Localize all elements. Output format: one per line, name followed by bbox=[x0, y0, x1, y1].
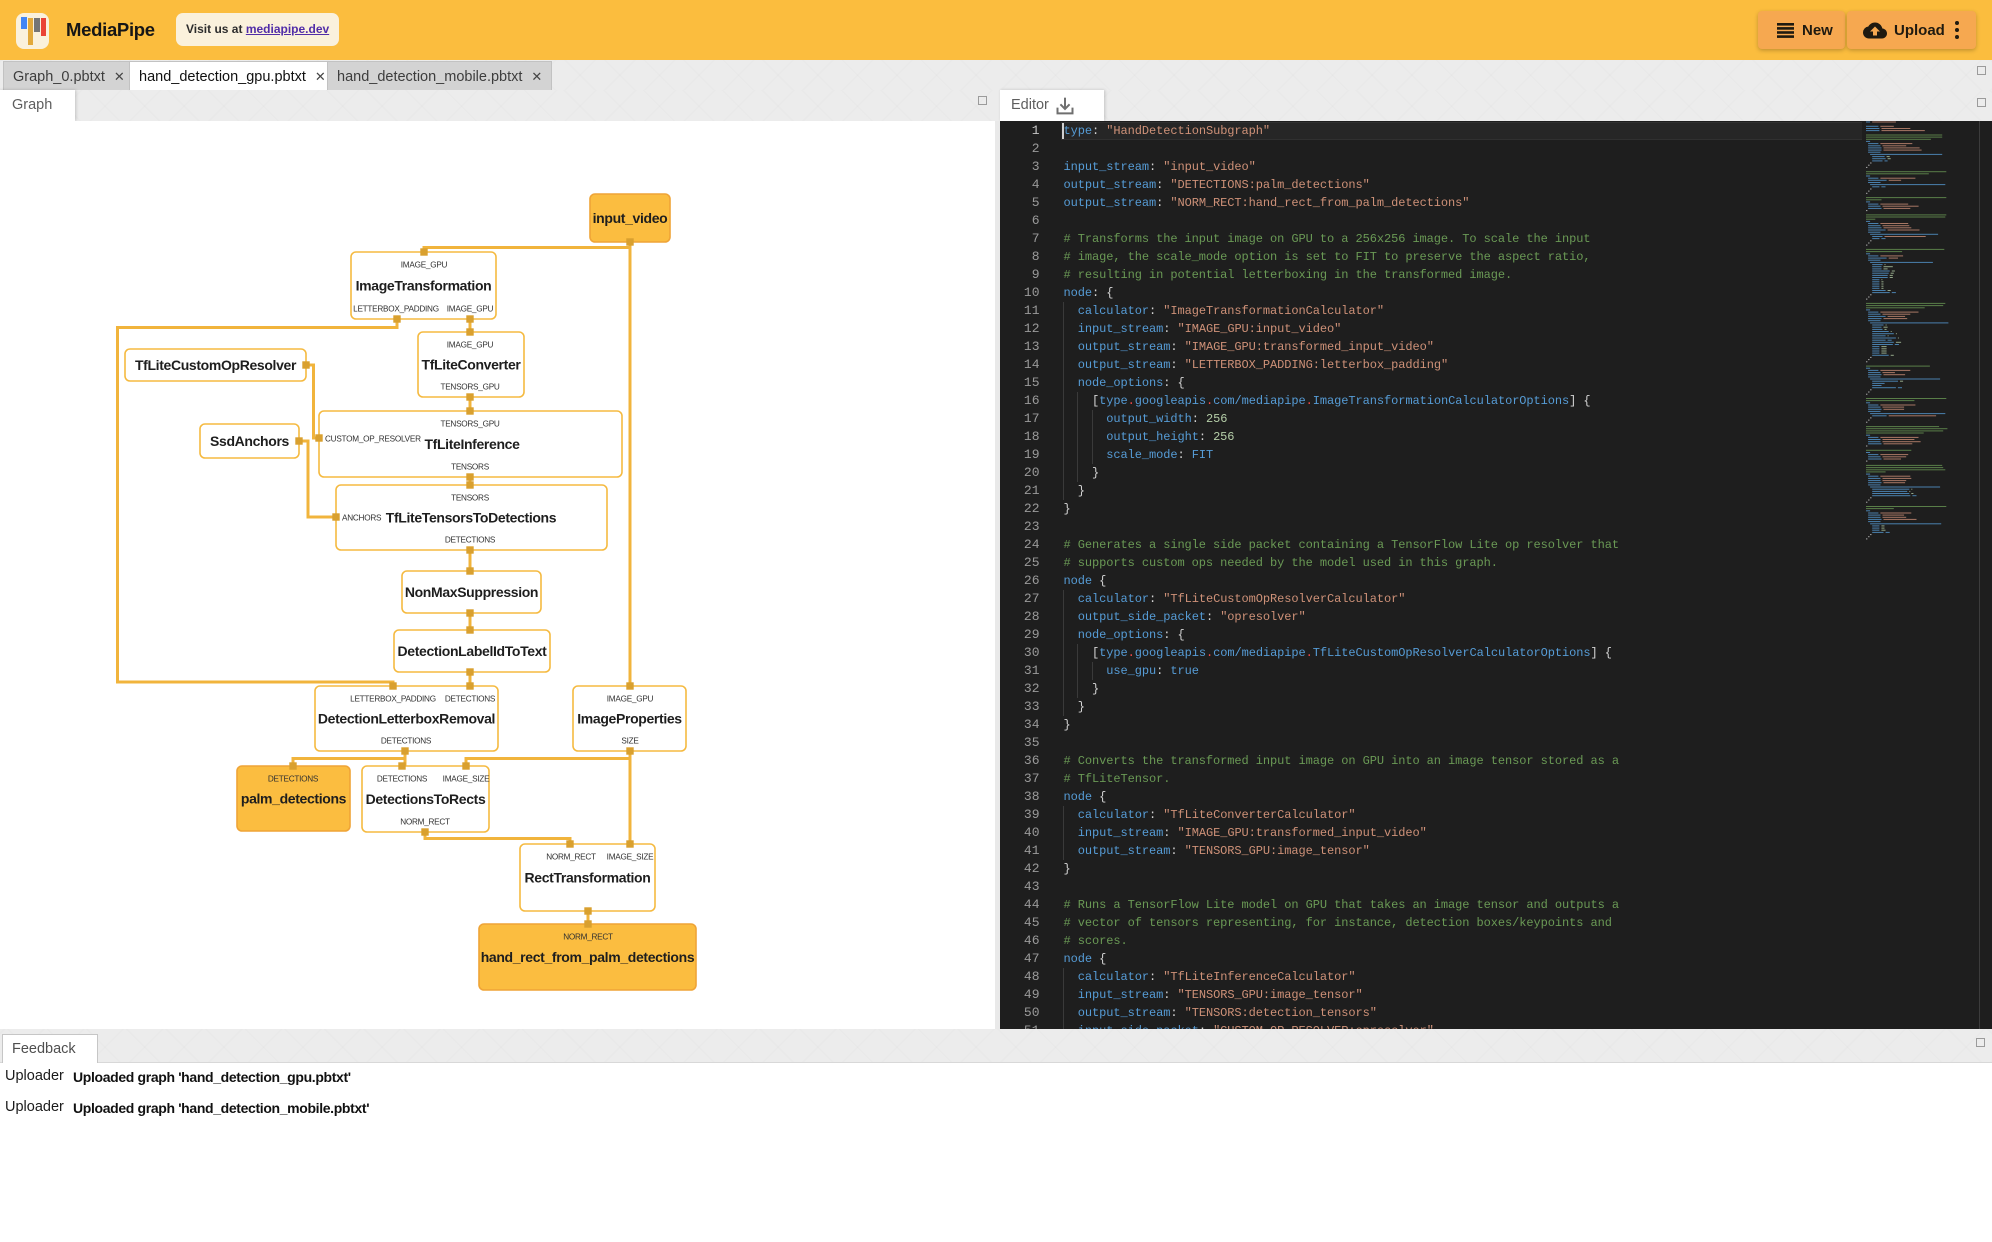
svg-text:IMAGE_GPU: IMAGE_GPU bbox=[447, 305, 494, 314]
svg-text:NonMaxSuppression: NonMaxSuppression bbox=[405, 584, 538, 600]
svg-text:TfLiteTensorsToDetections: TfLiteTensorsToDetections bbox=[386, 510, 557, 526]
svg-text:IMAGE_SIZE: IMAGE_SIZE bbox=[443, 775, 490, 784]
svg-text:DETECTIONS: DETECTIONS bbox=[445, 536, 496, 545]
svg-text:SsdAnchors: SsdAnchors bbox=[210, 433, 290, 449]
svg-text:TfLiteConverter: TfLiteConverter bbox=[422, 357, 522, 373]
svg-text:LETTERBOX_PADDING: LETTERBOX_PADDING bbox=[353, 305, 439, 314]
svg-text:NORM_RECT: NORM_RECT bbox=[400, 818, 450, 827]
svg-text:hand_rect_from_palm_detections: hand_rect_from_palm_detections bbox=[481, 949, 695, 965]
svg-text:palm_detections: palm_detections bbox=[241, 791, 347, 807]
svg-text:IMAGE_GPU: IMAGE_GPU bbox=[447, 341, 494, 350]
svg-text:DETECTIONS: DETECTIONS bbox=[381, 737, 432, 746]
svg-text:TfLiteCustomOpResolver: TfLiteCustomOpResolver bbox=[135, 357, 297, 373]
svg-text:ANCHORS: ANCHORS bbox=[342, 513, 382, 522]
svg-text:TfLiteInference: TfLiteInference bbox=[424, 436, 520, 452]
svg-text:ImageProperties: ImageProperties bbox=[577, 711, 682, 727]
svg-text:DETECTIONS: DETECTIONS bbox=[377, 775, 428, 784]
svg-text:LETTERBOX_PADDING: LETTERBOX_PADDING bbox=[350, 695, 436, 704]
svg-text:SIZE: SIZE bbox=[621, 737, 639, 746]
svg-text:TENSORS_GPU: TENSORS_GPU bbox=[440, 420, 499, 429]
svg-text:IMAGE_GPU: IMAGE_GPU bbox=[401, 261, 448, 270]
svg-text:DetectionLabelIdToText: DetectionLabelIdToText bbox=[398, 643, 548, 659]
svg-text:NORM_RECT: NORM_RECT bbox=[563, 933, 613, 942]
svg-text:DetectionLetterboxRemoval: DetectionLetterboxRemoval bbox=[318, 711, 495, 727]
svg-text:CUSTOM_OP_RESOLVER: CUSTOM_OP_RESOLVER bbox=[325, 434, 421, 443]
svg-text:RectTransformation: RectTransformation bbox=[525, 870, 651, 886]
svg-text:DETECTIONS: DETECTIONS bbox=[268, 775, 319, 784]
svg-text:TENSORS: TENSORS bbox=[451, 494, 490, 503]
svg-text:IMAGE_SIZE: IMAGE_SIZE bbox=[607, 853, 654, 862]
svg-text:input_video: input_video bbox=[593, 210, 668, 226]
svg-text:IMAGE_GPU: IMAGE_GPU bbox=[607, 695, 654, 704]
svg-text:DETECTIONS: DETECTIONS bbox=[445, 695, 496, 704]
svg-text:NORM_RECT: NORM_RECT bbox=[546, 853, 596, 862]
svg-text:DetectionsToRects: DetectionsToRects bbox=[366, 791, 486, 807]
svg-text:ImageTransformation: ImageTransformation bbox=[356, 278, 492, 294]
svg-text:TENSORS_GPU: TENSORS_GPU bbox=[440, 383, 499, 392]
svg-text:TENSORS: TENSORS bbox=[451, 463, 490, 472]
